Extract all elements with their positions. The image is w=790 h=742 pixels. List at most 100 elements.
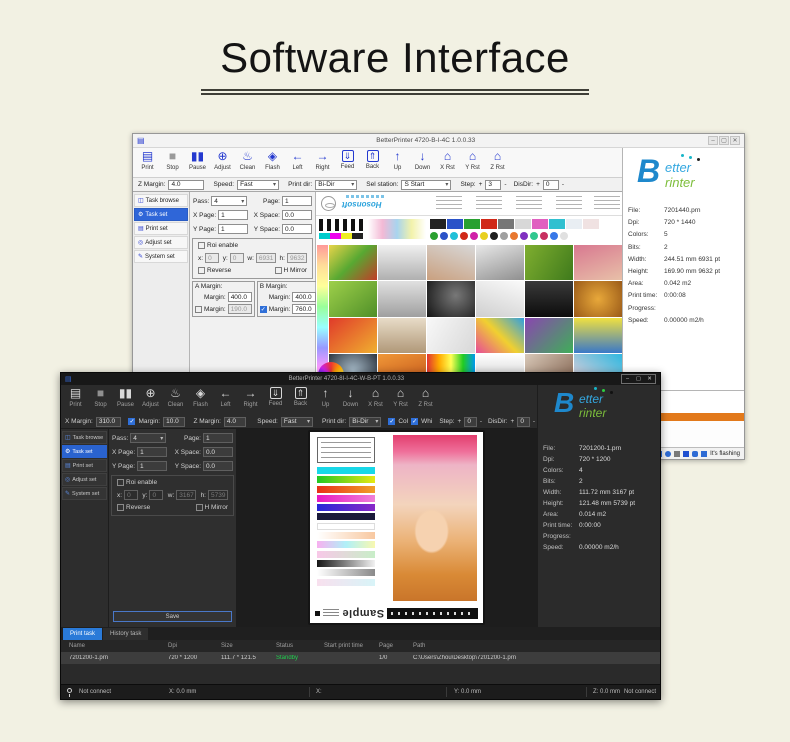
titlebar[interactable]: ▤ BetterPrinter 4720-8I-I-4C-W-B-PT 1.0.…: [61, 373, 660, 385]
toolbar-button[interactable]: ▮▮ Pause: [185, 148, 210, 177]
toolbar-button[interactable]: ⊕ Adjust: [210, 148, 235, 177]
toolbar-button[interactable]: ▮▮ Pause: [113, 385, 138, 415]
b-margin1-input[interactable]: 400.0: [292, 292, 316, 302]
maximize-button[interactable]: ▢: [719, 136, 729, 145]
reverse-checkbox[interactable]: [117, 504, 124, 511]
roi-y-input[interactable]: 0: [230, 253, 244, 263]
table-cell[interactable]: 1/0: [379, 655, 413, 661]
maximize-button[interactable]: ▢: [633, 375, 644, 383]
sidebar-item[interactable]: ◫ Task browse: [134, 194, 188, 207]
toolbar-button[interactable]: ▤ Print: [135, 148, 160, 177]
table-cell[interactable]: C:\Users\Zhou\Desktop\7201200-1.prn: [413, 655, 660, 661]
toolbar-button[interactable]: ↑ Up: [313, 385, 338, 415]
reverse-checkbox[interactable]: [198, 267, 205, 274]
roi-enable-checkbox[interactable]: [117, 479, 124, 486]
roi-x-input[interactable]: 0: [124, 490, 138, 500]
a-margin2-checkbox[interactable]: [195, 306, 202, 313]
sidebar-item[interactable]: ▤ Print set: [62, 459, 107, 472]
task-tab[interactable]: History task: [103, 628, 148, 640]
sidebar-item[interactable]: ◎ Adjust set: [62, 473, 107, 486]
toolbar-button[interactable]: → Right: [310, 148, 335, 177]
status-mini-icon[interactable]: [665, 451, 671, 457]
toolbar-button[interactable]: ♨ Clean: [235, 148, 260, 177]
toolbar-button[interactable]: ■ Stop: [160, 148, 185, 177]
toolbar-button[interactable]: ⌂ X Rst: [435, 148, 460, 177]
disdir-plus[interactable]: +: [536, 181, 540, 188]
speed-select[interactable]: Fast: [281, 417, 313, 427]
toolbar-button[interactable]: ■ Stop: [88, 385, 113, 415]
toolbar-button[interactable]: ⇓ Feed: [263, 385, 288, 415]
step-plus[interactable]: +: [479, 181, 483, 188]
roi-enable-checkbox[interactable]: [198, 242, 205, 249]
toolbar-button[interactable]: ◈ Flash: [260, 148, 285, 177]
table-cell[interactable]: 111.7 * 121.5: [221, 655, 276, 661]
y-space-input[interactable]: 0.0: [203, 461, 233, 471]
titlebar[interactable]: ▤ BetterPrinter 4720-B-I-4C 1.0.0.33 – ▢…: [133, 134, 744, 148]
toolbar-button[interactable]: ← Left: [285, 148, 310, 177]
col-checkbox[interactable]: [388, 418, 395, 425]
print-dir-select[interactable]: Bi-Dir: [349, 417, 381, 427]
y-space-input[interactable]: 0.0: [282, 224, 312, 234]
minimize-button[interactable]: –: [708, 136, 718, 145]
roi-h-input[interactable]: 9632: [287, 253, 307, 263]
close-button[interactable]: ✕: [730, 136, 740, 145]
x-page-input[interactable]: 1: [137, 447, 167, 457]
toolbar-button[interactable]: ↑ Up: [385, 148, 410, 177]
x-space-input[interactable]: 0.0: [203, 447, 233, 457]
status-mini-icon[interactable]: [701, 451, 707, 457]
toolbar-button[interactable]: ◈ Flash: [188, 385, 213, 415]
disdir-minus[interactable]: -: [533, 418, 535, 425]
sidebar-item[interactable]: ⚙ Task set: [134, 208, 188, 221]
whi-checkbox[interactable]: [411, 418, 418, 425]
print-preview-canvas[interactable]: Hosonsoft: [316, 192, 623, 390]
disdir-input[interactable]: 0: [543, 180, 559, 190]
speed-select[interactable]: Fast: [237, 180, 279, 190]
b-margin2-input[interactable]: 760.0: [292, 304, 316, 314]
toolbar-button[interactable]: ↓ Down: [338, 385, 363, 415]
close-button[interactable]: ✕: [644, 375, 655, 383]
step-input[interactable]: 0: [464, 417, 477, 427]
page-input[interactable]: 1: [203, 433, 233, 443]
print-dir-select[interactable]: Bi-Dir: [315, 180, 357, 190]
a-margin2-input[interactable]: 190.0: [228, 304, 252, 314]
roi-x-input[interactable]: 0: [205, 253, 219, 263]
toolbar-button[interactable]: ⇑ Back: [360, 148, 385, 177]
sidebar-item[interactable]: ▤ Print set: [134, 222, 188, 235]
toolbar-button[interactable]: ⌂ Z Rst: [485, 148, 510, 177]
sidebar-item[interactable]: ◫ Task browse: [62, 431, 107, 444]
toolbar-button[interactable]: ⊕ Adjust: [138, 385, 163, 415]
toolbar-button[interactable]: → Right: [238, 385, 263, 415]
h-mirror-checkbox[interactable]: [275, 267, 282, 274]
print-preview-canvas[interactable]: Sample: [237, 429, 539, 627]
table-cell[interactable]: 720 * 1200: [168, 655, 221, 661]
x-page-input[interactable]: 1: [218, 210, 248, 220]
step-minus[interactable]: -: [504, 181, 506, 188]
roi-w-input[interactable]: 6931: [256, 253, 276, 263]
toolbar-button[interactable]: ⌂ Y Rst: [388, 385, 413, 415]
sel-station-select[interactable]: S Start: [401, 180, 451, 190]
toolbar-button[interactable]: ♨ Clean: [163, 385, 188, 415]
toolbar-button[interactable]: ⇑ Back: [288, 385, 313, 415]
task-tab[interactable]: Print task: [63, 628, 102, 640]
roi-h-input[interactable]: 5739: [208, 490, 228, 500]
sidebar-item[interactable]: ⚙ Task set: [62, 445, 107, 458]
page-input[interactable]: 1: [282, 196, 312, 206]
table-cell[interactable]: 7201200-1.prn: [69, 655, 168, 661]
a-margin1-input[interactable]: 400.0: [228, 292, 252, 302]
disdir-plus[interactable]: +: [511, 418, 515, 425]
save-button[interactable]: Save: [113, 611, 232, 622]
toolbar-button[interactable]: ⌂ Y Rst: [460, 148, 485, 177]
pass-select[interactable]: 4: [211, 196, 247, 206]
disdir-minus[interactable]: -: [562, 181, 564, 188]
status-mini-icon[interactable]: [674, 451, 680, 457]
toolbar-button[interactable]: ← Left: [213, 385, 238, 415]
y-page-input[interactable]: 1: [218, 224, 248, 234]
z-margin-input[interactable]: 4.0: [224, 417, 246, 427]
status-mini-icon[interactable]: [683, 451, 689, 457]
y-page-input[interactable]: 1: [137, 461, 167, 471]
roi-y-input[interactable]: 0: [149, 490, 163, 500]
z-margin-input[interactable]: 4.0: [168, 180, 204, 190]
toolbar-button[interactable]: ▤ Print: [63, 385, 88, 415]
pass-select[interactable]: 4: [130, 433, 166, 443]
step-input[interactable]: 3: [485, 180, 501, 190]
